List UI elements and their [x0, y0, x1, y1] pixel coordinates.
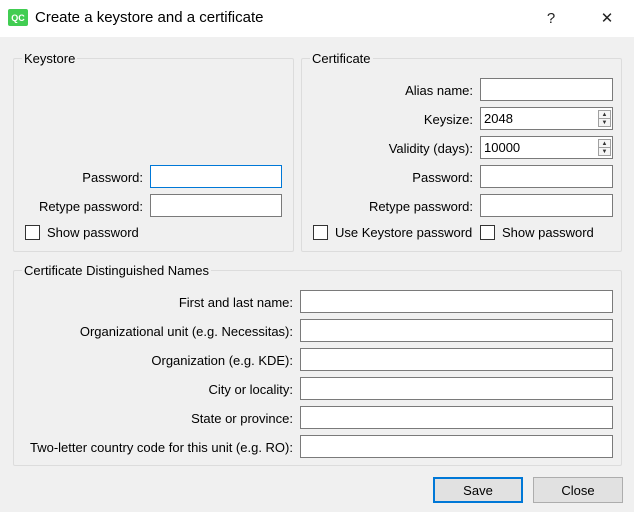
keystore-password-field[interactable]	[150, 165, 282, 188]
state-province-field[interactable]	[300, 406, 613, 429]
validity-value: 10000	[484, 140, 521, 155]
country-code-field[interactable]	[300, 435, 613, 458]
certificate-retype-password-label: Retype password:	[368, 199, 473, 214]
certificate-group-title: Certificate	[310, 51, 373, 66]
organizational-unit-field[interactable]	[300, 319, 613, 342]
window-title: Create a keystore and a certificate	[35, 9, 264, 26]
keystore-group-title: Keystore	[22, 51, 78, 66]
spin-down-icon[interactable]: ▼	[599, 119, 610, 126]
keystore-show-password-label: Show password	[47, 225, 139, 240]
keystore-password-label: Password:	[82, 170, 143, 185]
certificate-password-field[interactable]	[480, 165, 613, 188]
close-button[interactable]: Close	[533, 477, 623, 503]
dn-field-label: Two-letter country code for this unit (e…	[30, 440, 293, 455]
spin-up-icon[interactable]: ▲	[599, 140, 610, 148]
save-button[interactable]: Save	[433, 477, 523, 503]
first-last-name-field[interactable]	[300, 290, 613, 313]
use-keystore-password-label: Use Keystore password	[335, 225, 473, 240]
dn-field-label: First and last name:	[178, 295, 293, 310]
validity-spinbox[interactable]: 10000 ▲ ▼	[480, 136, 613, 159]
keystore-retype-password-field[interactable]	[150, 194, 282, 217]
dn-field-label: City or locality:	[208, 382, 293, 397]
close-window-button[interactable]: ✕	[594, 5, 620, 31]
certificate-retype-password-field[interactable]	[480, 194, 613, 217]
help-button[interactable]: ?	[538, 5, 564, 31]
checkbox-box[interactable]	[480, 225, 495, 240]
keysize-value: 2048	[484, 111, 513, 126]
keysize-label: Keysize:	[423, 112, 473, 127]
dn-field-label: State or province:	[191, 411, 293, 426]
validity-label: Validity (days):	[388, 141, 473, 156]
use-keystore-password-checkbox[interactable]: Use Keystore password	[313, 225, 472, 240]
certificate-show-password-checkbox[interactable]: Show password	[480, 225, 594, 240]
certificate-show-password-label: Show password	[502, 225, 594, 240]
organization-field[interactable]	[300, 348, 613, 371]
qt-creator-icon: QC	[8, 9, 28, 26]
validity-spin-arrows[interactable]: ▲ ▼	[598, 139, 611, 156]
keysize-spin-arrows[interactable]: ▲ ▼	[598, 110, 611, 127]
distinguished-names-group-title: Certificate Distinguished Names	[22, 263, 211, 278]
keystore-show-password-checkbox[interactable]: Show password	[25, 225, 139, 240]
keysize-spinbox[interactable]: 2048 ▲ ▼	[480, 107, 613, 130]
keystore-retype-password-label: Retype password:	[38, 199, 143, 214]
alias-name-field[interactable]	[480, 78, 613, 101]
title-bar: QC Create a keystore and a certificate ?…	[0, 0, 634, 37]
certificate-password-label: Password:	[412, 170, 473, 185]
dn-field-label: Organization (e.g. KDE):	[151, 353, 293, 368]
keystore-group: Keystore	[13, 51, 294, 252]
alias-name-label: Alias name:	[405, 83, 473, 98]
checkbox-box[interactable]	[25, 225, 40, 240]
dn-field-label: Organizational unit (e.g. Necessitas):	[79, 324, 293, 339]
city-locality-field[interactable]	[300, 377, 613, 400]
spin-down-icon[interactable]: ▼	[599, 148, 610, 155]
checkbox-box[interactable]	[313, 225, 328, 240]
spin-up-icon[interactable]: ▲	[599, 111, 610, 119]
